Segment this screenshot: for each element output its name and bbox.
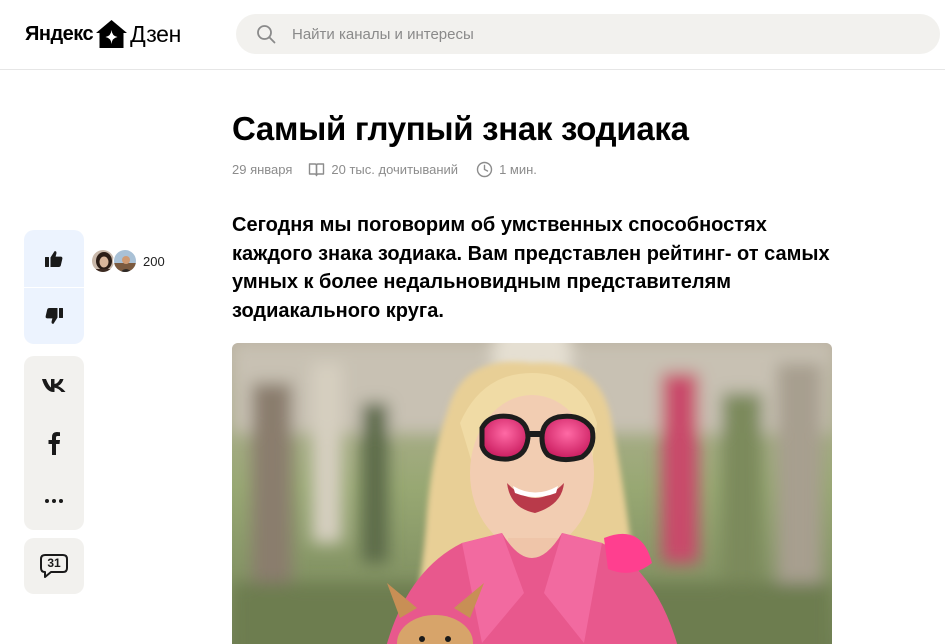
comments-count: 31 [47,556,61,570]
article-lead: Сегодня мы поговорим об умственных спосо… [232,214,830,322]
share-facebook-button[interactable] [24,414,84,472]
share-panel [24,356,84,530]
book-icon [309,162,325,176]
comments-panel: 31 [24,538,84,594]
logo-yandex-text: Яндекс [25,22,94,45]
avatar [91,249,115,273]
more-share-button[interactable] [24,472,84,530]
avatar [113,249,137,273]
logo-zen-text: Дзен [130,20,182,47]
article-date: 29 января [232,162,292,177]
likers-summary[interactable]: 200 [91,248,165,274]
article-meta: 29 января 20 тыс. дочитываний 1 мин. [232,159,537,179]
zen-house-icon [96,20,128,48]
article-date-text: 29 января [232,161,293,177]
article-reads-text: 20 тыс. дочитываний [331,161,459,177]
article-title: Самый глупый знак зодиака [232,110,689,147]
cover-photo-illustration [232,343,832,644]
search-bar[interactable] [236,14,940,54]
yandex-zen-logo[interactable]: Яндекс Дзен [25,17,181,51]
like-button[interactable] [24,230,84,287]
vk-icon [42,379,66,392]
article-read-time: 1 мин. [476,161,537,178]
article-reads: 20 тыс. дочитываний [308,161,458,178]
search-input[interactable] [292,14,912,54]
reactions-panel [24,230,84,344]
article-cover-image [232,343,832,644]
dislike-button[interactable] [24,288,84,344]
like-count: 200 [143,253,165,269]
facebook-icon [48,432,60,455]
thumbs-down-icon [45,308,63,324]
article-read-time-text: 1 мин. [499,161,537,177]
share-vk-button[interactable] [24,356,84,414]
thumbs-up-icon [45,250,63,267]
more-dots-icon [45,499,63,503]
comments-button[interactable]: 31 [24,538,84,594]
search-icon [257,25,276,44]
top-header: Яндекс Дзен [0,0,945,70]
clock-icon [476,161,493,177]
comments-badge: 31 [39,553,69,579]
